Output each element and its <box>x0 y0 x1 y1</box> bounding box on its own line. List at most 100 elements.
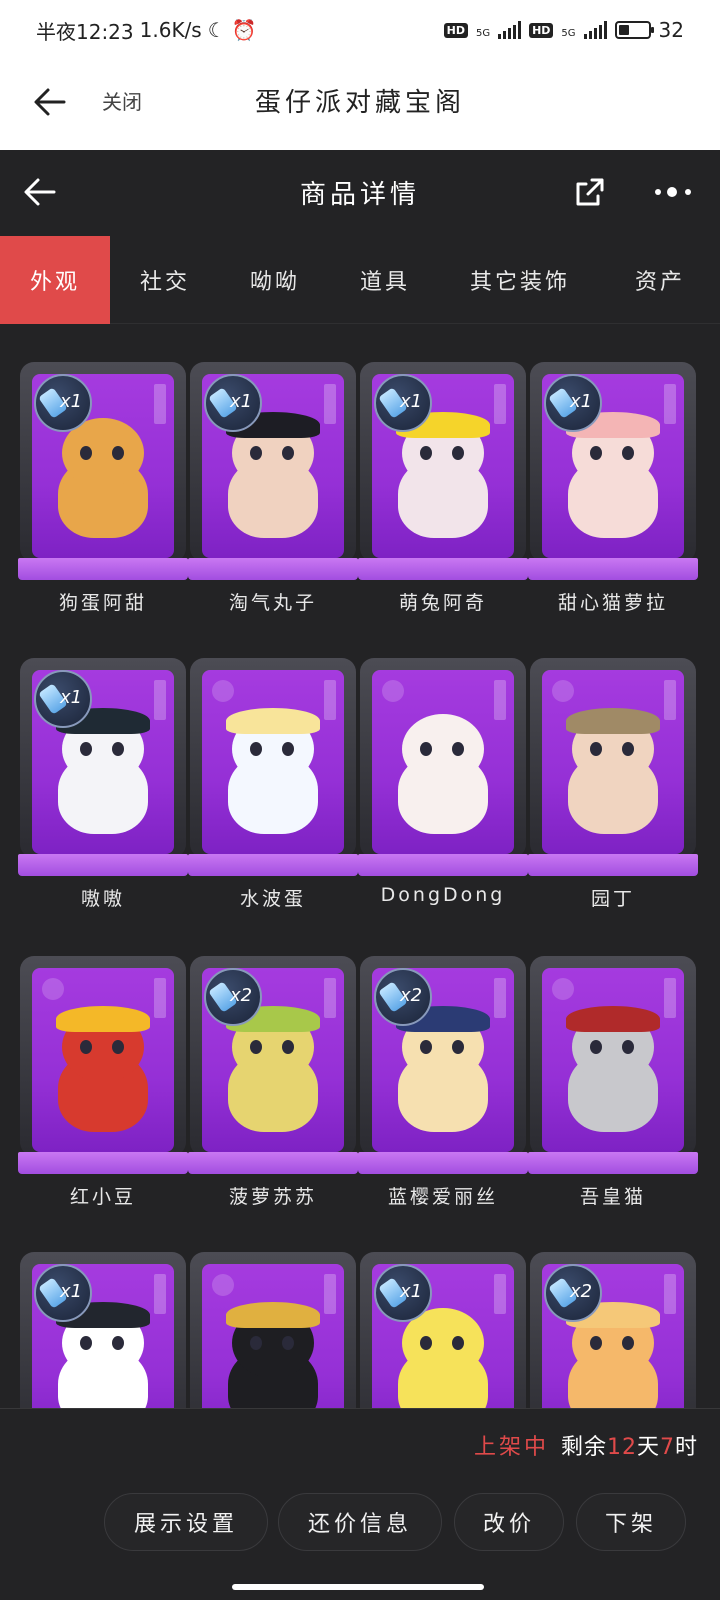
display-case: x1 <box>358 1252 528 1408</box>
display-case: x1 <box>18 658 188 880</box>
display-case: x1 <box>18 1252 188 1408</box>
bargain-info-button[interactable]: 还价信息 <box>278 1493 442 1551</box>
item-count-badge: x1 <box>544 374 602 432</box>
item-name: 甜心猫萝拉 <box>557 592 668 614</box>
item-card[interactable]: x1 萌兔阿奇 <box>358 362 528 614</box>
item-card[interactable]: x1 嗷嗷 <box>18 658 188 910</box>
item-name: 狗蛋阿甜 <box>58 592 147 614</box>
signal-icon <box>498 21 522 39</box>
network-label: 5G <box>561 28 576 39</box>
battery-icon <box>614 21 654 39</box>
display-case: x1 <box>528 362 698 584</box>
item-name: 嗷嗷 <box>80 888 125 910</box>
character-figure <box>218 708 328 844</box>
display-case <box>188 658 358 880</box>
item-card[interactable]: DongDong <box>358 658 528 906</box>
item-name: 淘气丸子 <box>228 592 317 614</box>
display-case <box>188 1252 358 1408</box>
item-card[interactable]: x1 <box>358 1252 528 1408</box>
item-name: 水波蛋 <box>239 888 306 910</box>
battery-level: 32 <box>658 18 684 42</box>
page-title: 蛋仔派对藏宝阁 <box>254 88 465 118</box>
character-figure <box>48 1006 158 1142</box>
item-card[interactable]: x2 <box>528 1252 698 1408</box>
item-card[interactable]: x1 甜心猫萝拉 <box>528 362 698 614</box>
item-count-badge: x2 <box>374 968 432 1026</box>
item-count-badge: x1 <box>34 1264 92 1322</box>
item-count-badge: x1 <box>34 374 92 432</box>
item-name: DongDong <box>380 884 506 906</box>
display-case <box>528 956 698 1178</box>
moon-icon: ☾ <box>207 18 226 42</box>
hd-icon: HD <box>529 22 554 38</box>
item-count-badge: x1 <box>374 374 432 432</box>
character-figure <box>218 412 328 548</box>
character-figure <box>388 412 498 548</box>
display-case <box>358 658 528 880</box>
character-figure <box>558 1302 668 1408</box>
display-case: x2 <box>188 956 358 1178</box>
character-figure <box>388 1308 498 1408</box>
remaining-time: 剩余12天7时 <box>560 1435 698 1460</box>
display-case <box>18 956 188 1178</box>
display-settings-button[interactable]: 展示设置 <box>104 1493 268 1551</box>
item-card[interactable]: x2 菠萝苏苏 <box>188 956 358 1208</box>
tab-props[interactable]: 道具 <box>330 236 440 324</box>
character-figure <box>218 1006 328 1142</box>
item-card[interactable] <box>188 1252 358 1408</box>
item-count-badge: x2 <box>204 968 262 1026</box>
character-figure <box>558 412 668 548</box>
character-figure <box>388 1006 498 1142</box>
item-card[interactable]: x2 蓝樱爱丽丝 <box>358 956 528 1208</box>
signal-icon <box>583 21 607 39</box>
web-title-bar: 关闭 蛋仔派对藏宝阁 <box>0 60 720 150</box>
tab-assets[interactable]: 资产 <box>600 236 720 324</box>
share-icon[interactable] <box>572 174 608 210</box>
item-count-badge: x1 <box>34 670 92 728</box>
item-card[interactable]: 水波蛋 <box>188 658 358 910</box>
status-time: 半夜12:23 <box>36 19 134 44</box>
character-figure <box>48 708 158 844</box>
display-case: x2 <box>528 1252 698 1408</box>
character-figure <box>388 714 498 844</box>
more-icon[interactable] <box>652 180 696 204</box>
character-figure <box>558 708 668 844</box>
display-case: x1 <box>18 362 188 584</box>
display-case: x1 <box>188 362 358 584</box>
item-name: 吾皇猫 <box>579 1186 646 1208</box>
tab-appearance[interactable]: 外观 <box>0 236 110 324</box>
listing-status: 上架中 剩余12天7时 <box>474 1429 698 1461</box>
item-card[interactable]: x1 淘气丸子 <box>188 362 358 614</box>
item-count-badge: x1 <box>374 1264 432 1322</box>
item-card[interactable]: x1 <box>18 1252 188 1408</box>
item-card[interactable]: 吾皇猫 <box>528 956 698 1208</box>
display-case: x2 <box>358 956 528 1178</box>
character-figure <box>558 1006 668 1142</box>
delist-button[interactable]: 下架 <box>576 1493 686 1551</box>
display-case: x1 <box>358 362 528 584</box>
category-tabs: 外观 社交 呦呦 道具 其它装饰 资产 <box>0 236 720 324</box>
item-name: 红小豆 <box>69 1186 136 1208</box>
detail-header: 商品详情 <box>0 150 720 236</box>
change-price-button[interactable]: 改价 <box>454 1493 564 1551</box>
item-grid: x1 狗蛋阿甜 x1 淘气丸子 x1 萌兔阿奇 x1 甜心猫萝拉 x1 嗷嗷 水波蛋 DongDong… <box>18 362 702 1408</box>
item-card[interactable]: x1 狗蛋阿甜 <box>18 362 188 614</box>
home-indicator[interactable] <box>232 1584 484 1590</box>
display-case <box>528 658 698 880</box>
item-name: 蓝樱爱丽丝 <box>387 1186 498 1208</box>
tab-other-decor[interactable]: 其它装饰 <box>440 236 600 324</box>
item-count-badge: x2 <box>544 1264 602 1322</box>
character-figure <box>218 1302 328 1408</box>
tab-social[interactable]: 社交 <box>110 236 220 324</box>
item-name: 萌兔阿奇 <box>398 592 487 614</box>
item-name: 园丁 <box>590 888 635 910</box>
character-figure <box>48 1302 158 1408</box>
item-card[interactable]: 园丁 <box>528 658 698 910</box>
item-name: 菠萝苏苏 <box>228 1186 317 1208</box>
listing-state: 上架中 <box>473 1435 549 1460</box>
item-card[interactable]: 红小豆 <box>18 956 188 1208</box>
character-figure <box>48 418 158 548</box>
alarm-icon: ⏰ <box>231 18 257 42</box>
tab-youyou[interactable]: 呦呦 <box>220 236 330 324</box>
status-bar: 半夜12:23 1.6K/s ☾ ⏰ HD 5G HD 5G 32 <box>0 0 720 60</box>
